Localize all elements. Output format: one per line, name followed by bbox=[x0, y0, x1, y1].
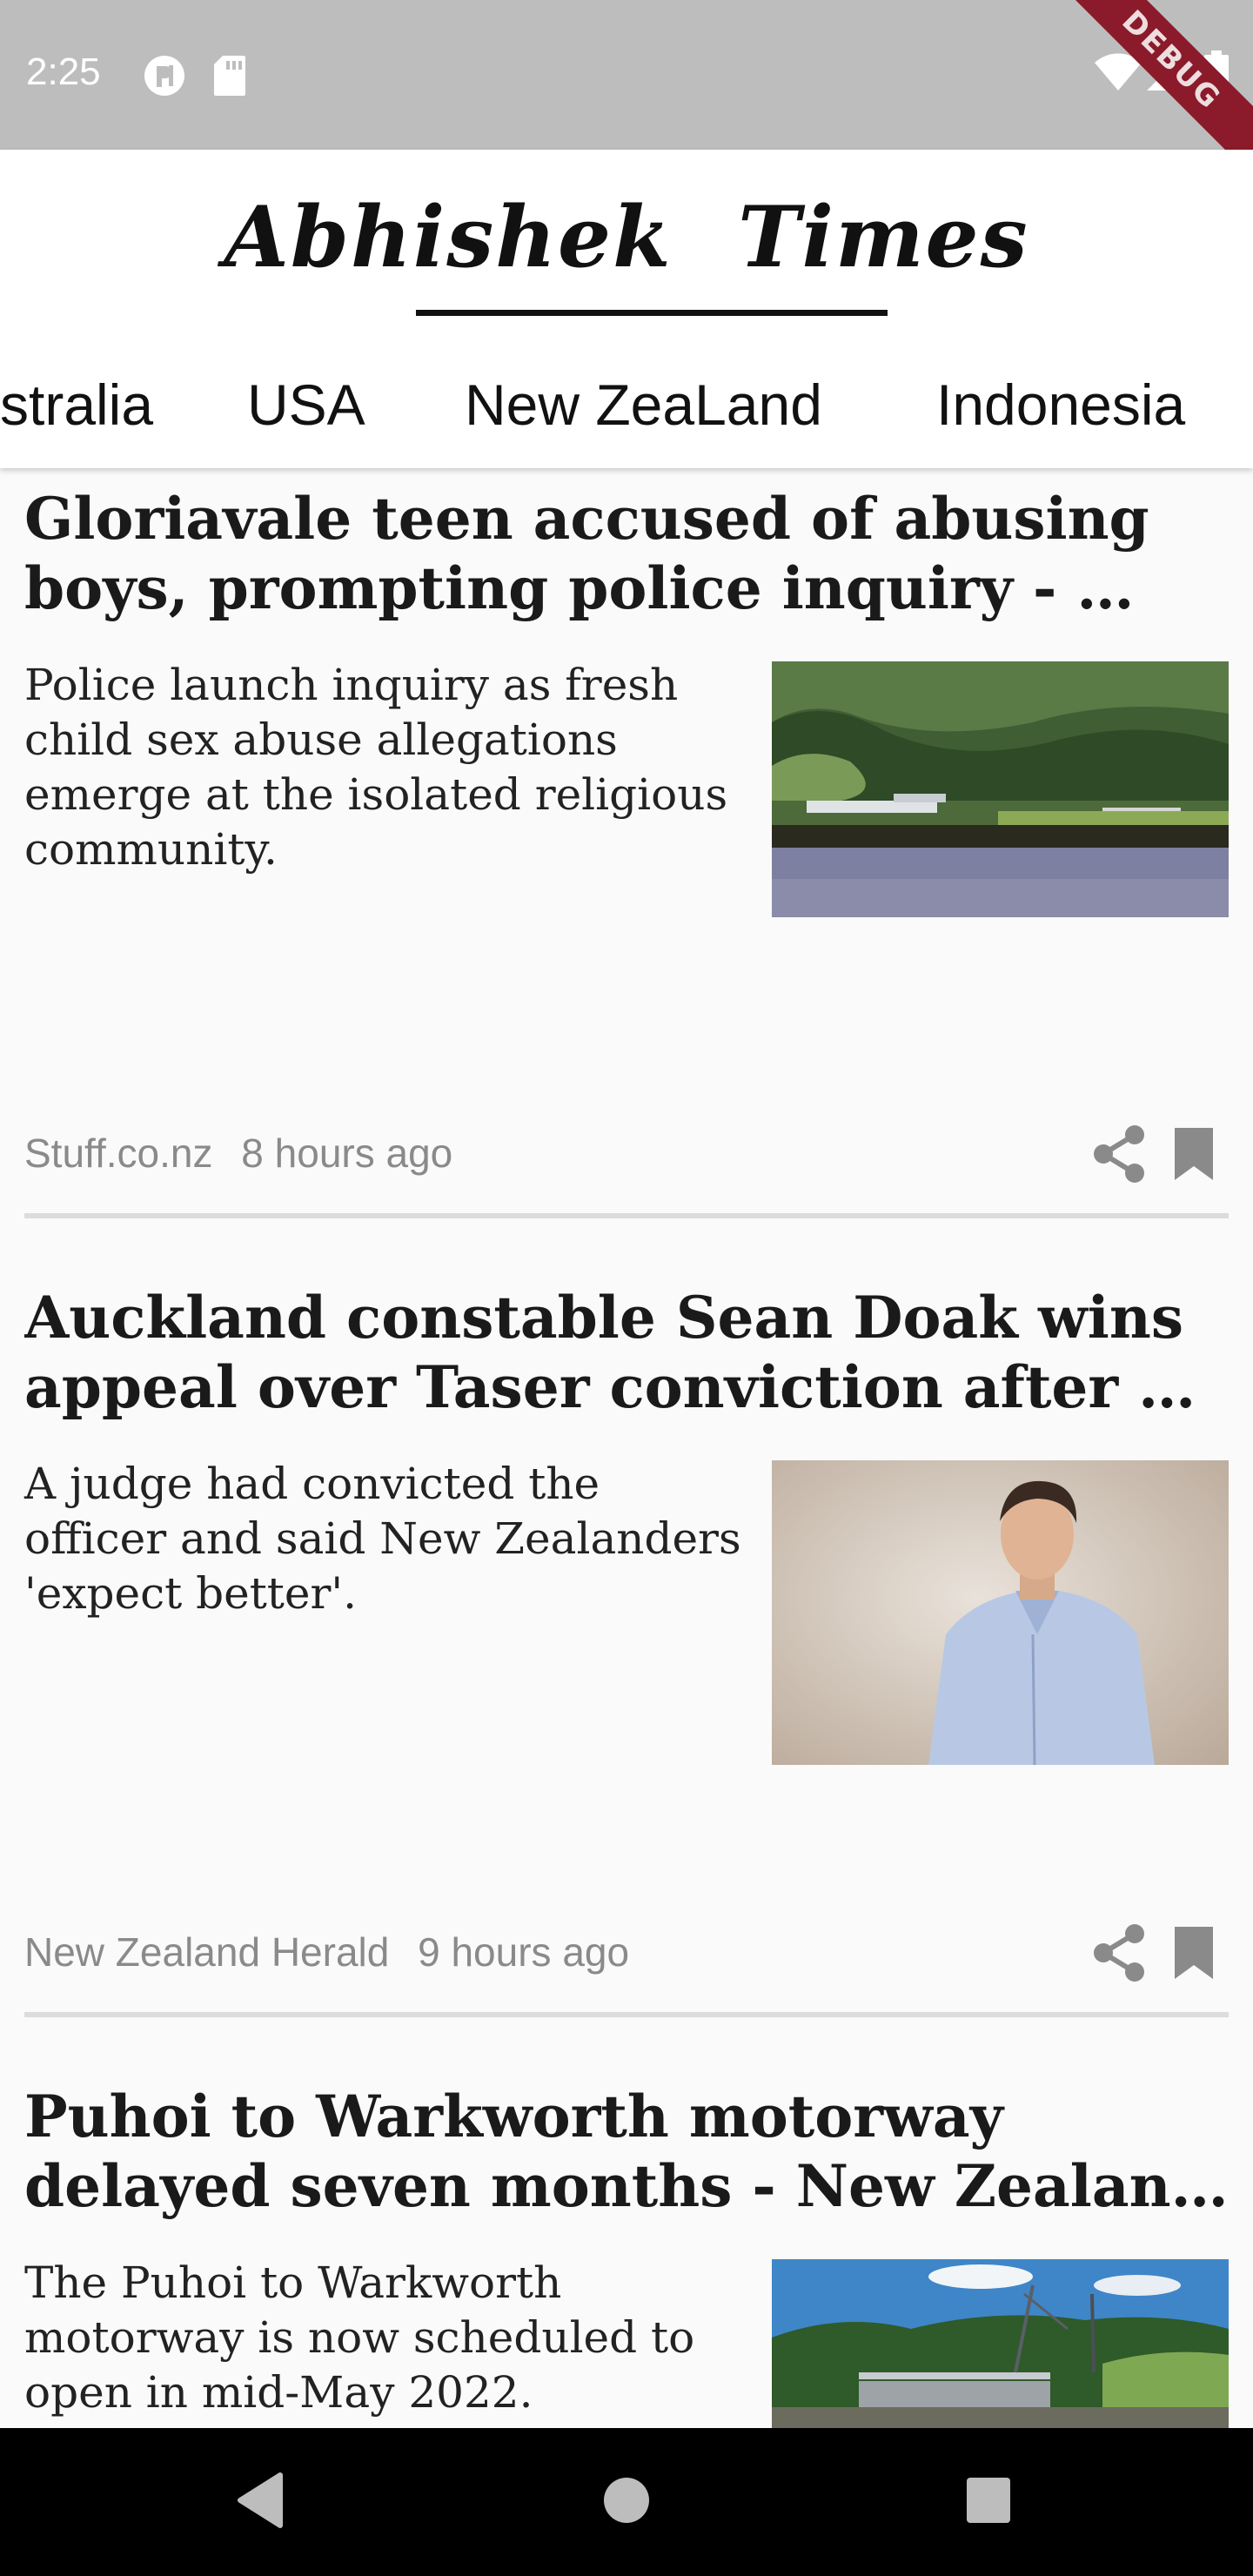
system-nav-bar bbox=[0, 2428, 1253, 2576]
article-headline[interactable]: Auckland constable Sean Doak wins appeal… bbox=[24, 1283, 1229, 1422]
share-icon[interactable] bbox=[1089, 1124, 1149, 1184]
article-headline[interactable]: Gloriavale teen accused of abusing boys,… bbox=[24, 484, 1229, 623]
tab-australia[interactable]: stralia bbox=[0, 348, 153, 468]
tab-indonesia[interactable]: Indonesia bbox=[936, 348, 1185, 468]
article-divider bbox=[24, 1213, 1229, 1218]
article-image[interactable] bbox=[772, 661, 1229, 917]
article-headline[interactable]: Puhoi to Warkworth motorway delayed seve… bbox=[24, 2082, 1229, 2221]
tab-new-zealand[interactable]: New ZeaLand bbox=[465, 348, 822, 468]
tab-usa[interactable]: USA bbox=[247, 348, 365, 468]
share-icon[interactable] bbox=[1089, 1923, 1149, 1982]
headline-line: Auckland constable Sean Doak wins bbox=[24, 1284, 1183, 1352]
motorway-construction-photo bbox=[772, 2259, 1229, 2428]
article-card[interactable]: Puhoi to Warkworth motorway delayed seve… bbox=[24, 2082, 1229, 2428]
selected-tab-indicator bbox=[416, 310, 888, 316]
man-in-blue-shirt-photo bbox=[772, 1460, 1229, 1765]
article-card[interactable]: Gloriavale teen accused of abusing boys,… bbox=[24, 484, 1229, 1220]
article-card[interactable]: Auckland constable Sean Doak wins appeal… bbox=[24, 1283, 1229, 2019]
country-tabs: stralia USA New ZeaLand Indonesia bbox=[0, 348, 1253, 468]
app-notification-icon bbox=[144, 56, 184, 96]
headline-line: Gloriavale teen accused of abusing bbox=[24, 485, 1149, 553]
article-time: 9 hours ago bbox=[418, 1929, 630, 1975]
headline-line: Puhoi to Warkworth motorway bbox=[24, 2083, 1003, 2150]
recents-icon[interactable] bbox=[964, 2470, 1013, 2531]
headline-line: boys, prompting police inquiry - … bbox=[24, 554, 1135, 622]
article-image[interactable] bbox=[772, 2259, 1229, 2428]
article-time: 8 hours ago bbox=[241, 1130, 453, 1176]
back-icon[interactable] bbox=[235, 2470, 287, 2531]
status-bar: 2:25 DEBUG bbox=[0, 0, 1253, 150]
app-bar: Abhishek Times stralia USA New ZeaLand I… bbox=[0, 150, 1253, 468]
headline-line: appeal over Taser conviction after … bbox=[24, 1353, 1196, 1421]
article-source: New Zealand Herald bbox=[24, 1929, 390, 1975]
article-description: Police launch inquiry as fresh child sex… bbox=[24, 660, 728, 875]
article-meta: Stuff.co.nz 8 hours ago bbox=[24, 1130, 452, 1177]
article-divider bbox=[24, 2012, 1229, 2017]
article-source: Stuff.co.nz bbox=[24, 1130, 213, 1176]
bookmark-icon[interactable] bbox=[1171, 1126, 1216, 1182]
home-icon[interactable] bbox=[602, 2470, 651, 2531]
lakeside-settlement-photo bbox=[772, 661, 1229, 917]
headline-line: delayed seven months - New Zealand… bbox=[24, 2152, 1229, 2220]
article-description: The Puhoi to Warkworth motorway is now s… bbox=[24, 2257, 695, 2418]
article-image[interactable] bbox=[772, 1460, 1229, 1765]
sd-card-icon bbox=[214, 56, 245, 96]
article-description: A judge had convicted the officer and sa… bbox=[24, 1459, 741, 1619]
bookmark-icon[interactable] bbox=[1171, 1925, 1216, 1981]
app-title: Abhishek Times bbox=[224, 188, 1029, 286]
article-meta: New Zealand Herald 9 hours ago bbox=[24, 1929, 629, 1976]
status-time: 2:25 bbox=[26, 50, 101, 93]
